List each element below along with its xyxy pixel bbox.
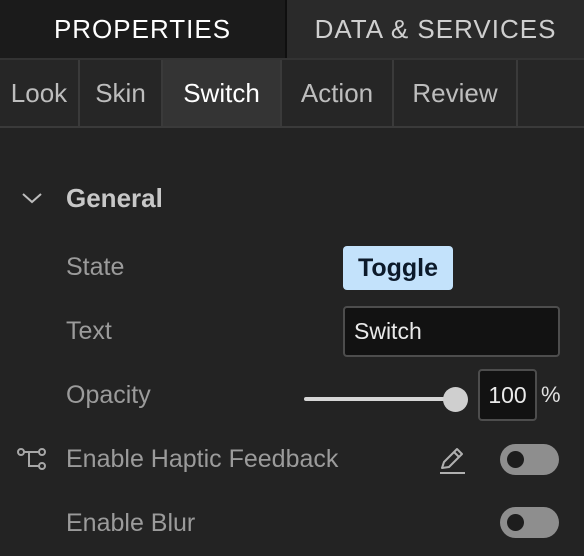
tab-properties[interactable]: PROPERTIES (0, 0, 287, 58)
blur-toggle[interactable] (500, 507, 559, 538)
opacity-input[interactable]: 100 (478, 369, 537, 421)
opacity-unit: % (541, 382, 561, 407)
section-title: General (66, 182, 163, 213)
tree-icon[interactable] (16, 445, 48, 475)
chevron-down-icon[interactable] (20, 186, 44, 210)
toggle-knob (507, 451, 524, 468)
opacity-slider-thumb[interactable] (443, 387, 468, 412)
tab-review[interactable]: Review (394, 60, 518, 126)
section-header-general[interactable]: General (20, 178, 163, 218)
tab-switch[interactable]: Switch (163, 60, 282, 126)
text-label: Text (66, 317, 112, 345)
state-value-badge[interactable]: Toggle (343, 246, 453, 290)
pencil-icon[interactable] (436, 444, 468, 476)
state-label: State (66, 253, 125, 281)
haptic-toggle[interactable] (500, 444, 559, 475)
top-tabs: PROPERTIES DATA & SERVICES (0, 0, 584, 58)
blur-label: Enable Blur (66, 509, 196, 537)
properties-panel: PROPERTIES DATA & SERVICES Look Skin Swi… (0, 0, 584, 556)
toggle-knob (507, 514, 524, 531)
tab-look[interactable]: Look (0, 60, 80, 126)
tab-data-services[interactable]: DATA & SERVICES (287, 0, 584, 58)
text-input[interactable]: Switch (343, 306, 560, 357)
opacity-slider-track[interactable] (304, 397, 456, 401)
tab-skin[interactable]: Skin (80, 60, 163, 126)
opacity-label: Opacity (66, 381, 151, 409)
haptic-label: Enable Haptic Feedback (66, 445, 339, 473)
tab-action[interactable]: Action (282, 60, 394, 126)
sub-tabs: Look Skin Switch Action Review (0, 58, 584, 128)
